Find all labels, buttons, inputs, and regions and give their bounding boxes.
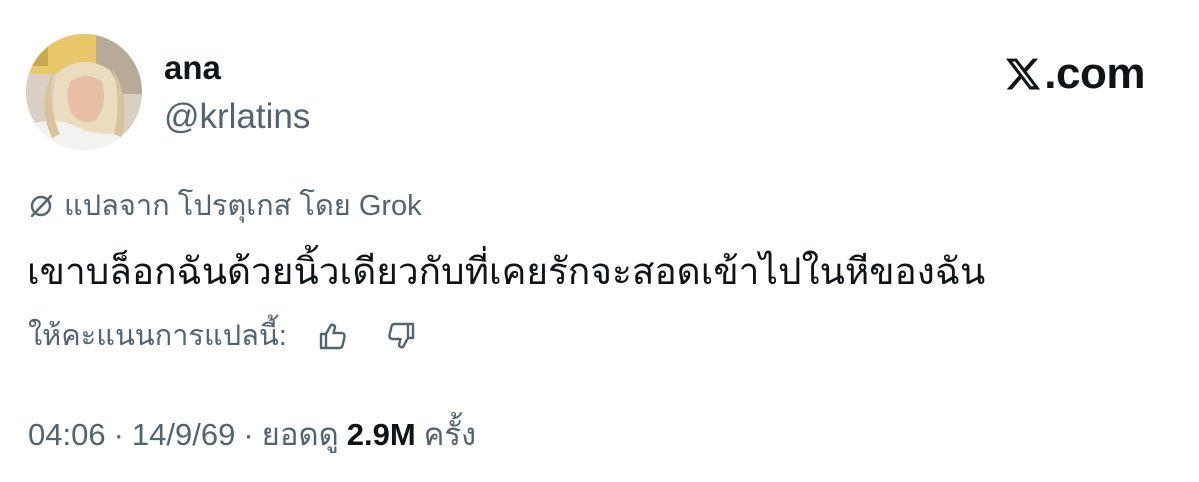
rate-translation-label: ให้คะแนนการแปลนี้: (28, 320, 287, 352)
views-count[interactable]: 2.9M (347, 414, 416, 456)
thumbs-down-icon[interactable] (385, 319, 419, 353)
brand-watermark: .com (1004, 52, 1145, 96)
translate-globe-icon (30, 194, 53, 218)
views-label: ยอดดู (261, 417, 339, 452)
x-logo-icon (1006, 58, 1041, 90)
translation-label[interactable]: แปลจาก โปรตุเกส โดย Grok (64, 188, 422, 224)
tweet-date[interactable]: 14/9/69 (132, 414, 235, 456)
thumbs-up-icon[interactable] (315, 319, 349, 353)
meta-separator: · (113, 417, 124, 452)
rate-translation-row: ให้คะแนนการแปลนี้: (28, 316, 419, 356)
meta-separator: · (243, 417, 254, 452)
tweet-meta: 04:06 · 14/9/69 · ยอดดู 2.9M ครั้ง (28, 414, 476, 456)
brand-text: .com (1044, 49, 1145, 98)
tweet-time[interactable]: 04:06 (28, 414, 106, 456)
user-handle[interactable]: @krlatins (164, 96, 310, 138)
views-unit: ครั้ง (423, 417, 477, 452)
translation-attribution: แปลจาก โปรตุเกส โดย Grok (28, 188, 422, 224)
display-name[interactable]: ana (164, 48, 221, 88)
avatar[interactable] (26, 34, 142, 150)
avatar-photo (26, 34, 142, 150)
tweet-text: เขาบล็อกฉันด้วยนิ้วเดียวกับที่เคยรักจะสอ… (27, 251, 986, 292)
